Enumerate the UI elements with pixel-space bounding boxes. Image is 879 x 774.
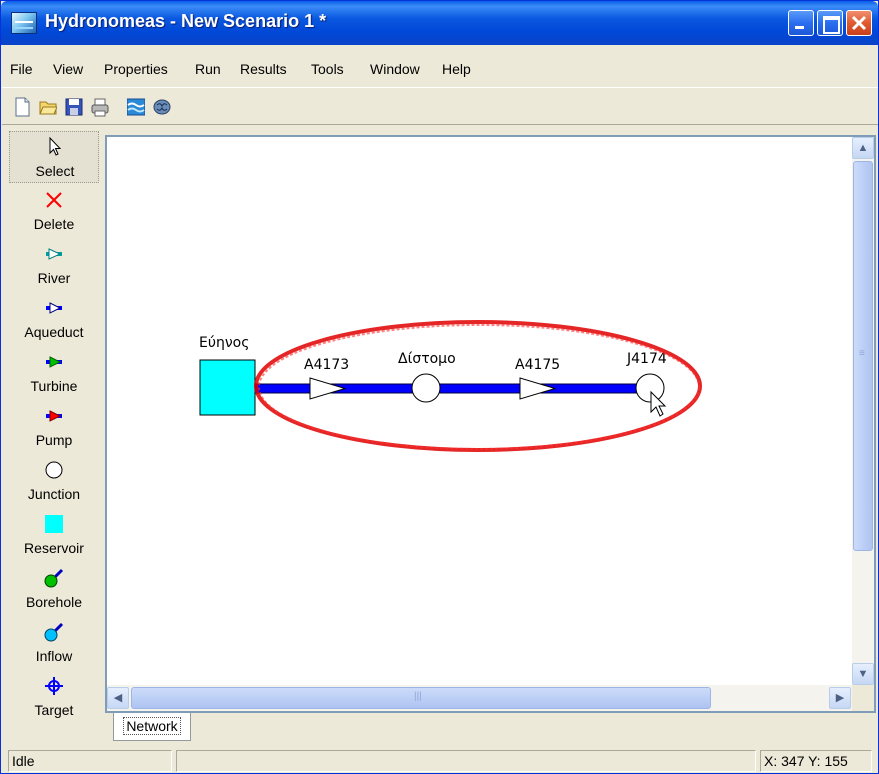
palette-delete[interactable]: Delete [9,185,99,237]
print-button[interactable] [86,93,112,119]
scroll-right-button[interactable]: ▶ [829,687,851,709]
palette-label: Aqueduct [24,324,84,340]
brain-button[interactable] [148,93,174,119]
aqueduct-a4175-label: A4175 [515,357,560,373]
palette-target[interactable]: Target [9,671,99,723]
open-folder-icon [39,101,57,115]
status-message [176,750,756,772]
open-button[interactable] [34,93,60,119]
menu-run[interactable]: Run [195,61,221,77]
palette-label: Pump [35,432,73,448]
borehole-icon [44,568,64,588]
reservoir-node[interactable] [199,359,256,416]
save-disk-icon [65,98,83,116]
menu-view[interactable]: View [53,61,83,77]
junction-distomo-label: Δίστομο [398,351,456,367]
arrow-cursor-icon [49,136,62,156]
red-x-icon [46,192,62,208]
palette-label: Reservoir [24,540,84,556]
vertical-scroll-thumb[interactable]: ≡ [853,161,873,551]
turbine-link-icon [46,356,62,368]
palette-label: Delete [33,216,75,232]
junction-j4174-node[interactable] [635,373,665,403]
new-file-icon [15,97,30,117]
palette-label: Turbine [30,378,78,394]
status-bar: Idle X: 347 Y: 155 [2,747,878,773]
palette-label: Junction [27,486,81,502]
pump-link-icon [46,410,62,422]
network-diagram[interactable]: Εύηνος A4173 Δίστομο A4175 J4174 [107,137,852,685]
palette-pump[interactable]: Pump [9,401,99,453]
menu-window[interactable]: Window [370,61,420,77]
scroll-left-button[interactable]: ◀ [107,687,129,709]
scrollbar-corner [852,685,874,711]
toolbar [2,87,878,125]
palette-junction[interactable]: Junction [9,455,99,507]
junction-j4174-label: J4174 [626,351,667,367]
brain-icon [153,99,171,115]
palette-turbine[interactable]: Turbine [9,347,99,399]
palette-inflow[interactable]: Inflow [9,617,99,669]
horizontal-scroll-thumb[interactable]: ||| [131,687,711,709]
hydronomeas-app-icon[interactable] [11,12,37,34]
reservoir-square-icon [45,515,63,533]
tool-palette: Select Delete River Aqueduct Turbine Pum… [9,131,99,731]
menu-results[interactable]: Results [240,61,287,77]
menu-properties[interactable]: Properties [104,61,168,77]
palette-river[interactable]: River [9,239,99,291]
palette-label: River [37,270,71,286]
junction-circle-icon [45,461,63,479]
app-window: Hydronomeas - New Scenario 1 * File View… [0,0,879,774]
print-icon [91,98,109,117]
menu-tools[interactable]: Tools [311,61,344,77]
title-bar[interactable]: Hydronomeas - New Scenario 1 * [1,1,878,45]
save-button[interactable] [60,93,86,119]
menu-bar: File View Properties Run Results Tools W… [2,57,878,81]
close-button[interactable] [846,10,872,36]
tab-network-label: Network [123,717,181,735]
status-coordinates: X: 347 Y: 155 [760,750,872,772]
vertical-scrollbar[interactable]: ▲ ≡ ▼ [852,137,874,685]
target-crosshair-icon [45,677,63,695]
junction-distomo-node[interactable] [411,373,441,403]
scroll-up-button[interactable]: ▲ [852,137,874,159]
palette-label: Select [35,163,75,179]
palette-reservoir[interactable]: Reservoir [9,509,99,561]
menu-file[interactable]: File [10,61,33,77]
aqueduct-a4173-label: A4173 [304,357,349,373]
minimize-button[interactable] [788,10,814,36]
tab-strip: Network [105,713,876,743]
palette-borehole[interactable]: Borehole [9,563,99,615]
run-simulation-button[interactable] [122,93,148,119]
palette-label: Inflow [35,648,73,664]
palette-label: Target [34,702,74,718]
aqueduct-link-icon [46,302,62,314]
aqueduct-a4175-arrow[interactable] [519,377,557,400]
maximize-button[interactable] [817,10,843,36]
reservoir-label: Εύηνος [199,335,249,351]
status-state: Idle [8,750,172,772]
network-canvas-frame: Εύηνος A4173 Δίστομο A4175 J4174 ▲ ≡ ▼ ◀… [105,135,876,713]
aqueduct-a4173-arrow[interactable] [309,377,347,400]
inflow-icon [44,622,64,642]
scroll-down-button[interactable]: ▼ [852,663,874,685]
tab-network[interactable]: Network [113,713,191,741]
new-file-button[interactable] [8,93,34,119]
horizontal-scrollbar[interactable]: ◀ ||| ▶ [107,685,852,711]
network-canvas[interactable]: Εύηνος A4173 Δίστομο A4175 J4174 [107,137,852,685]
menu-help[interactable]: Help [442,61,471,77]
run-water-icon [127,98,145,116]
window-title: Hydronomeas - New Scenario 1 * [45,11,327,31]
palette-label: Borehole [25,594,83,610]
palette-aqueduct[interactable]: Aqueduct [9,293,99,345]
river-link-icon [46,248,62,260]
palette-select[interactable]: Select [9,131,99,183]
close-icon [851,15,867,31]
